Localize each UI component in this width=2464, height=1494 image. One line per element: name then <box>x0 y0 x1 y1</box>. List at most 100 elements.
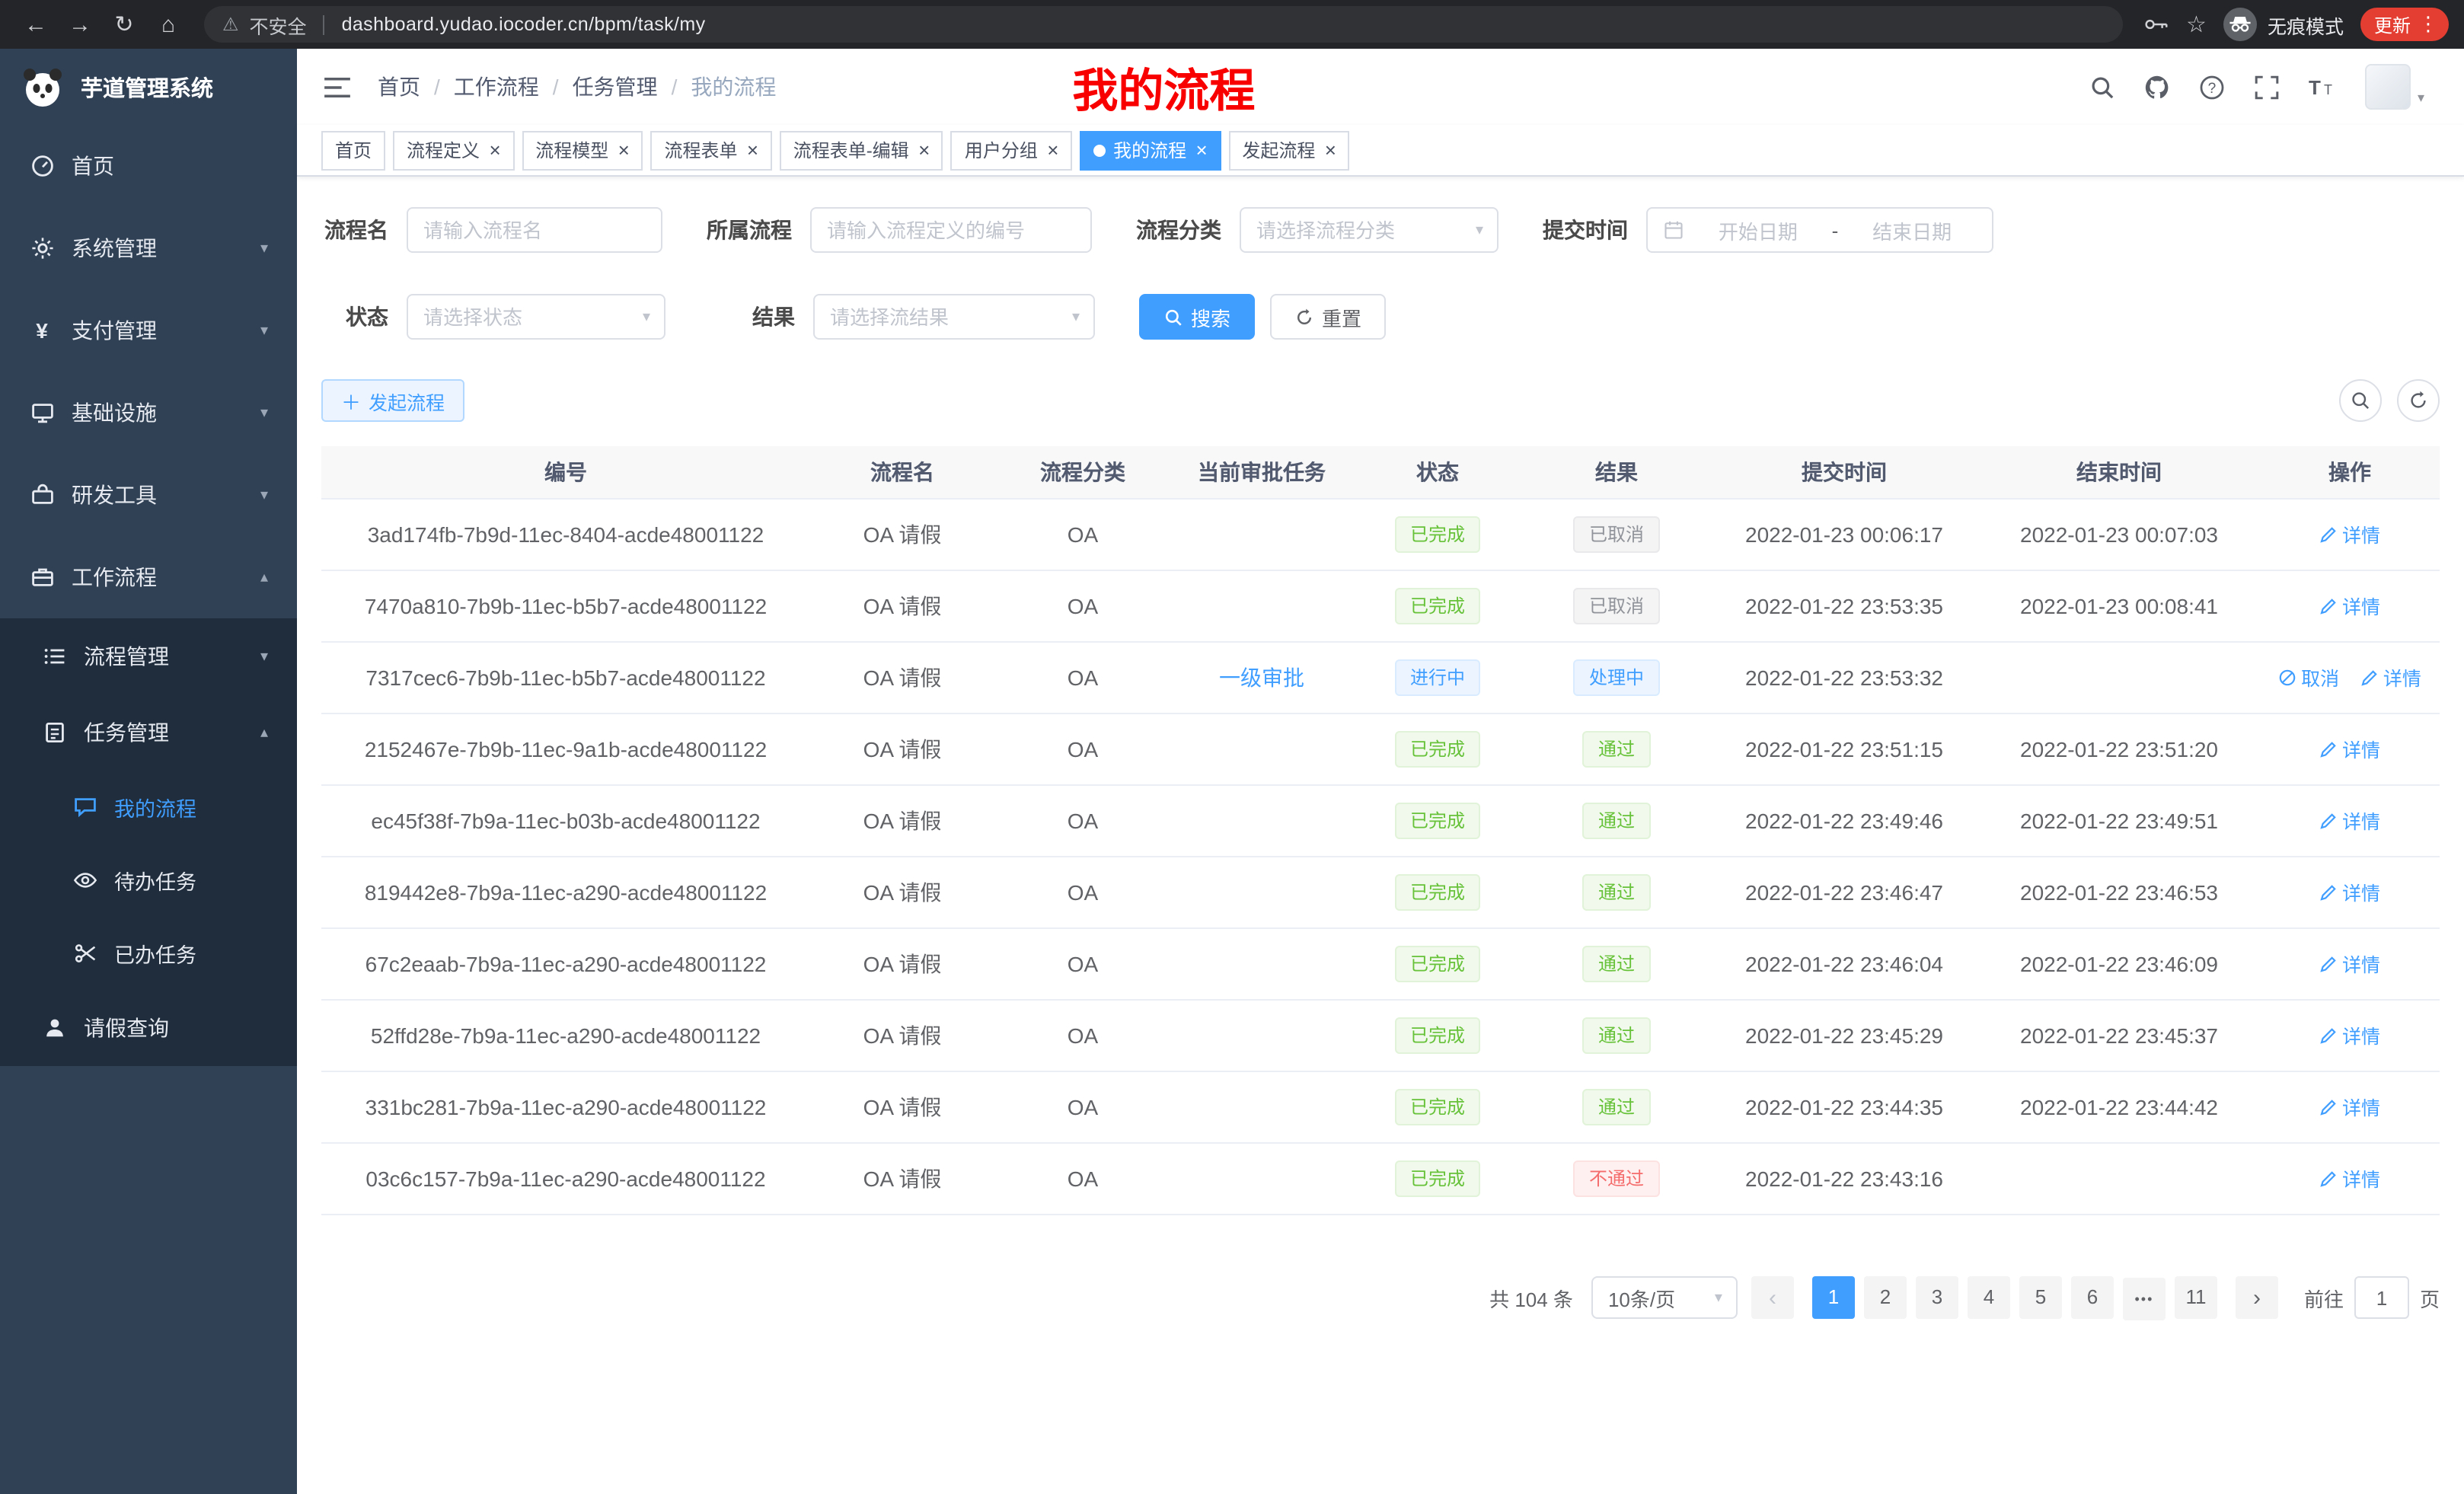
pager-page-button[interactable]: 11 <box>2175 1275 2217 1318</box>
process-name-input[interactable] <box>407 207 662 253</box>
sidebar-item-leave-query[interactable]: 请假查询 <box>0 990 297 1066</box>
tags-view-tab[interactable]: 流程表单 × <box>650 130 771 170</box>
bookmark-star-icon[interactable]: ☆ <box>2186 11 2207 38</box>
status-tag: 已完成 <box>1395 873 1480 910</box>
pager-page-button[interactable]: 6 <box>2071 1275 2114 1318</box>
address-bar[interactable]: ⚠ 不安全 dashboard.yudao.iocoder.cn/bpm/tas… <box>204 6 2122 43</box>
breadcrumb-task-management[interactable]: 任务管理 <box>573 72 658 102</box>
hamburger-menu-icon[interactable] <box>323 75 352 98</box>
tags-view-tab[interactable]: 流程定义 × <box>393 130 514 170</box>
app-logo[interactable]: 芋道管理系统 <box>0 49 297 125</box>
help-icon[interactable]: ? <box>2200 74 2226 100</box>
cell-name: OA 请假 <box>810 498 994 570</box>
detail-action[interactable]: 详情 <box>2360 662 2421 691</box>
detail-action[interactable]: 详情 <box>2319 734 2380 763</box>
detail-action[interactable]: 详情 <box>2319 806 2380 835</box>
tab-close-icon[interactable]: × <box>1324 140 1336 160</box>
process-table-body: 3ad174fb-7b9d-11ec-8404-acde48001122 OA … <box>321 498 2440 1214</box>
reset-button[interactable]: 重置 <box>1270 294 1386 340</box>
chevron-down-icon: ▾ <box>260 404 268 421</box>
detail-action[interactable]: 详情 <box>2319 877 2380 906</box>
detail-action[interactable]: 详情 <box>2319 1092 2380 1121</box>
cell-end-time: 2022-01-22 23:51:20 <box>1978 713 2260 784</box>
start-process-button[interactable]: ＋ 发起流程 <box>321 379 464 422</box>
status-tag: 已完成 <box>1395 587 1480 624</box>
not-secure-warning-icon: ⚠ <box>222 14 239 35</box>
breadcrumb-home[interactable]: 首页 <box>378 72 420 102</box>
reload-icon[interactable]: ↻ <box>104 4 145 45</box>
user-avatar-menu[interactable]: ▾ <box>2366 64 2424 110</box>
tab-label: 我的流程 <box>1113 137 1186 163</box>
status-select[interactable]: ▾ <box>407 294 665 340</box>
search-button[interactable]: 搜索 <box>1139 294 1255 340</box>
prev-page-button[interactable]: ‹ <box>1751 1277 1794 1320</box>
browser-toolbar: ← → ↻ ⌂ ⚠ 不安全 dashboard.yudao.iocoder.cn… <box>0 0 2464 49</box>
incognito-label: 无痕模式 <box>2268 10 2344 39</box>
tab-close-icon[interactable]: × <box>618 140 629 160</box>
cancel-action[interactable]: 取消 <box>2278 662 2339 691</box>
sidebar-item-todo-tasks[interactable]: 待办任务 <box>0 844 297 917</box>
cell-id: 67c2eaab-7b9a-11ec-a290-acde48001122 <box>321 927 810 999</box>
sidebar-item-my-process[interactable]: 我的流程 <box>0 771 297 844</box>
tags-view-tab[interactable]: 我的流程 × <box>1080 130 1221 170</box>
sidebar-item-payment[interactable]: ¥ 支付管理 ▾ <box>0 289 297 372</box>
tags-view-tab[interactable]: 发起流程 × <box>1228 130 1349 170</box>
page-size-select[interactable]: ▾ <box>1591 1277 1738 1320</box>
sidebar-item-infra[interactable]: 基础设施 ▾ <box>0 372 297 454</box>
cell-category: OA <box>994 713 1171 784</box>
toggle-search-button[interactable] <box>2339 379 2382 422</box>
refresh-table-button[interactable] <box>2397 379 2440 422</box>
tab-close-icon[interactable]: × <box>1047 140 1058 160</box>
detail-action[interactable]: 详情 <box>2319 591 2380 620</box>
github-icon[interactable] <box>2145 74 2171 100</box>
process-definition-input[interactable] <box>810 207 1092 253</box>
detail-action[interactable]: 详情 <box>2319 1164 2380 1192</box>
pager-ellipsis[interactable]: ••• <box>2123 1278 2166 1320</box>
next-page-button[interactable]: › <box>2236 1277 2278 1320</box>
password-key-icon[interactable] <box>2143 17 2169 32</box>
tab-close-icon[interactable]: × <box>1195 140 1207 160</box>
category-select[interactable]: ▾ <box>1240 207 1499 253</box>
sidebar-item-task-management[interactable]: 任务管理 ▴ <box>0 694 297 771</box>
home-icon[interactable]: ⌂ <box>148 4 189 45</box>
sidebar-item-system[interactable]: 系统管理 ▾ <box>0 207 297 289</box>
date-range-picker[interactable]: 开始日期 - 结束日期 <box>1646 207 1993 253</box>
browser-update-button[interactable]: 更新 ⋮ <box>2360 8 2449 41</box>
tags-view-tab[interactable]: 用户分组 × <box>951 130 1072 170</box>
sidebar-item-done-tasks[interactable]: 已办任务 <box>0 917 297 990</box>
tags-view-tab[interactable]: 首页 <box>321 130 385 170</box>
result-tag: 通过 <box>1583 730 1650 767</box>
tab-close-icon[interactable]: × <box>918 140 930 160</box>
sidebar-item-workflow[interactable]: 工作流程 ▴ <box>0 536 297 618</box>
sidebar-item-devtools[interactable]: 研发工具 ▾ <box>0 454 297 536</box>
pager-page-button[interactable]: 5 <box>2019 1275 2062 1318</box>
pager-page-button[interactable]: 4 <box>1968 1275 2010 1318</box>
pager-page-button[interactable]: 1 <box>1812 1275 1855 1318</box>
detail-action[interactable]: 详情 <box>2319 1020 2380 1049</box>
tab-close-icon[interactable]: × <box>747 140 758 160</box>
goto-page-input[interactable] <box>2354 1277 2409 1320</box>
tags-view-tab[interactable]: 流程表单-编辑 × <box>780 130 943 170</box>
current-task-link[interactable]: 一级审批 <box>1219 665 1304 689</box>
browser-menu-icon[interactable]: ⋮ <box>2418 12 2438 37</box>
sidebar-item-home[interactable]: 首页 <box>0 125 297 207</box>
address-divider <box>324 14 325 34</box>
result-select[interactable]: ▾ <box>813 294 1095 340</box>
cell-end-time: 2022-01-23 00:08:41 <box>1978 570 2260 641</box>
tab-close-icon[interactable]: × <box>489 140 500 160</box>
sidebar-item-process-management[interactable]: 流程管理 ▾ <box>0 618 297 694</box>
forward-icon[interactable]: → <box>59 4 101 45</box>
incognito-profile-badge[interactable]: 无痕模式 <box>2223 8 2344 41</box>
back-icon[interactable]: ← <box>15 4 56 45</box>
search-icon[interactable] <box>2090 74 2116 100</box>
pager-page-button[interactable]: 3 <box>1916 1275 1958 1318</box>
pager-page-button[interactable]: 2 <box>1864 1275 1907 1318</box>
filter-result: 结果 ▾ <box>710 294 1095 340</box>
font-size-icon[interactable]: TT <box>2309 75 2337 99</box>
fullscreen-icon[interactable] <box>2255 74 2280 100</box>
tags-view-tab[interactable]: 流程模型 × <box>522 130 643 170</box>
detail-action[interactable]: 详情 <box>2319 519 2380 548</box>
detail-action[interactable]: 详情 <box>2319 949 2380 978</box>
tab-label: 首页 <box>335 137 372 163</box>
breadcrumb-workflow[interactable]: 工作流程 <box>454 72 539 102</box>
